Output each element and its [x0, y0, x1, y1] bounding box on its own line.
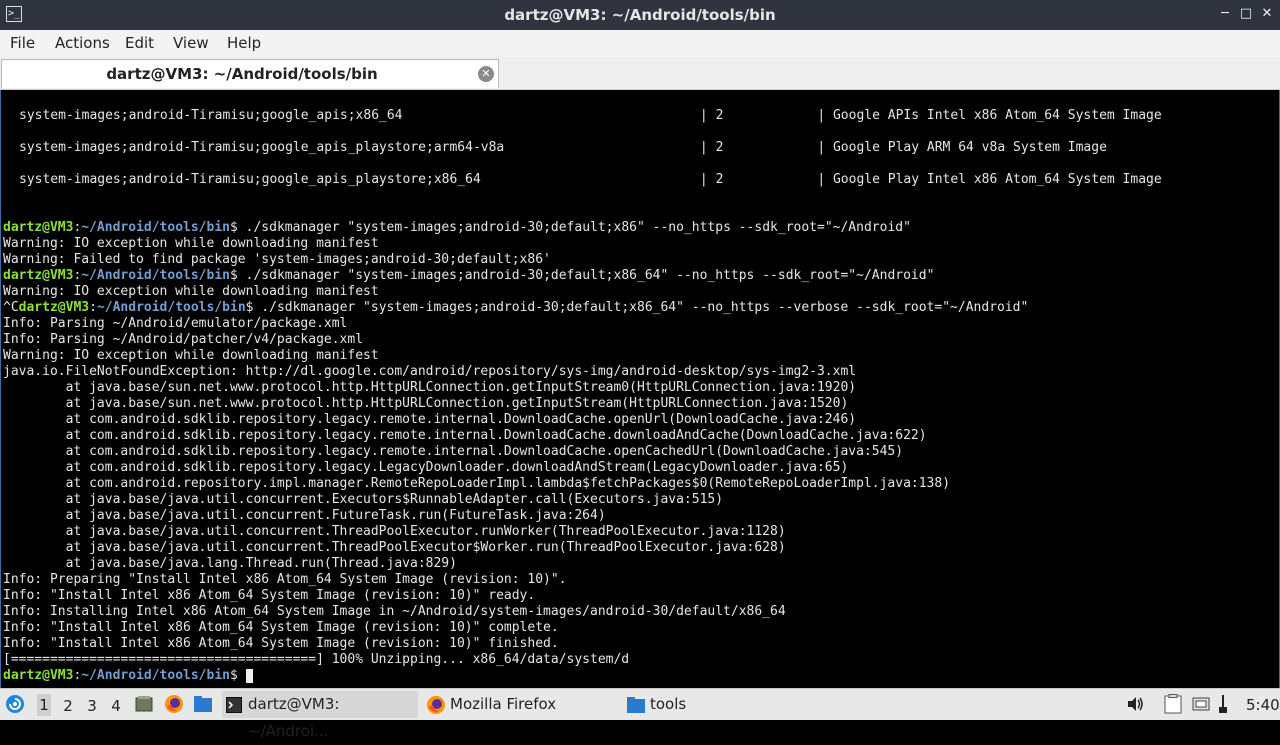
task-label: dartz@VM3: ~/Androi...: [248, 695, 340, 740]
clipboard-icon[interactable]: [1164, 694, 1182, 714]
maximize-icon[interactable]: □: [1237, 5, 1255, 23]
task-label: tools: [650, 695, 687, 713]
package-row: system-images;android-Tiramisu;google_ap…: [19, 108, 1162, 123]
output-line: at java.base/java.lang.Thread.run(Thread…: [3, 556, 457, 571]
tab-close-icon[interactable]: ✕: [478, 66, 494, 82]
output-line: Info: "Install Intel x86 Atom_64 System …: [3, 636, 559, 651]
output-line: at java.base/java.util.concurrent.Thread…: [3, 524, 786, 539]
terminal-icon: [226, 697, 242, 713]
interrupt-text: ^C: [3, 300, 19, 315]
firefox-launcher-icon[interactable]: [164, 694, 184, 714]
output-line: Warning: IO exception while downloading …: [3, 284, 379, 299]
prompt-suffix: $: [230, 668, 246, 683]
menu-edit[interactable]: Edit: [125, 34, 154, 52]
workspace-4[interactable]: 4: [109, 697, 123, 715]
task-firefox[interactable]: Mozilla Firefox: [422, 691, 618, 718]
menu-actions[interactable]: Actions: [55, 34, 110, 52]
prompt-user: dartz@VM3: [3, 220, 74, 235]
task-file-manager[interactable]: tools: [622, 691, 818, 718]
prompt-path: ~/Android/tools/bin: [81, 268, 230, 283]
output-line: java.io.FileNotFoundException: http://dl…: [3, 364, 857, 379]
minimize-icon[interactable]: ─: [1216, 5, 1234, 23]
folder-icon: [627, 697, 645, 713]
output-line: at java.base/sun.net.www.protocol.http.H…: [3, 396, 849, 411]
output-line: Warning: IO exception while downloading …: [3, 348, 379, 363]
firefox-icon: [427, 696, 445, 714]
output-line: Warning: IO exception while downloading …: [3, 236, 379, 251]
workspace-3[interactable]: 3: [85, 697, 99, 715]
window-titlebar: >_ dartz@VM3: ~/Android/tools/bin ─ □ ✕: [0, 0, 1280, 30]
output-line: at com.android.sdklib.repository.legacy.…: [3, 412, 857, 427]
output-line: Info: Parsing ~/Android/patcher/v4/packa…: [3, 332, 364, 347]
start-menu-icon[interactable]: [5, 694, 25, 714]
workspace-1[interactable]: 1: [37, 694, 51, 716]
output-line: at com.android.sdklib.repository.legacy.…: [3, 460, 849, 475]
output-line: Info: Preparing "Install Intel x86 Atom_…: [3, 572, 567, 587]
prompt-user: dartz@VM3: [3, 668, 74, 683]
task-terminal[interactable]: dartz@VM3: ~/Androi...: [222, 691, 418, 740]
command-text: $ ./sdkmanager "system-images;android-30…: [245, 300, 1029, 315]
output-line: [=======================================…: [3, 652, 630, 667]
output-line: Warning: Failed to find package 'system-…: [3, 252, 551, 267]
network-icon[interactable]: [1216, 694, 1230, 714]
output-line: Info: Installing Intel x86 Atom_64 Syste…: [3, 604, 786, 619]
output-line: at java.base/java.util.concurrent.Future…: [3, 508, 606, 523]
output-line: Info: Parsing ~/Android/emulator/package…: [3, 316, 348, 331]
show-desktop-icon[interactable]: [135, 695, 153, 713]
command-text: $ ./sdkmanager "system-images;android-30…: [230, 220, 911, 235]
command-text: $ ./sdkmanager "system-images;android-30…: [230, 268, 935, 283]
screenshot-icon[interactable]: [1192, 695, 1210, 713]
task-label: Mozilla Firefox: [450, 695, 557, 713]
prompt-user: dartz@VM3: [18, 300, 90, 315]
terminal-output[interactable]: system-images;android-Tiramisu;google_ap…: [0, 90, 1280, 688]
output-line: Info: "Install Intel x86 Atom_64 System …: [3, 620, 559, 635]
text-cursor: [245, 668, 253, 683]
output-line: at com.android.repository.impl.manager.R…: [3, 476, 951, 491]
menu-bar: File Actions Edit View Help: [0, 30, 1280, 57]
window-title: dartz@VM3: ~/Android/tools/bin: [504, 6, 776, 24]
current-prompt: dartz@VM3:~/Android/tools/bin$: [3, 668, 253, 684]
prompt-user: dartz@VM3: [3, 268, 74, 283]
command-line: dartz@VM3:~/Android/tools/bin$ ./sdkmana…: [3, 268, 935, 283]
output-line: at com.android.sdklib.repository.legacy.…: [3, 428, 927, 443]
file-manager-launcher-icon[interactable]: [193, 695, 213, 713]
menu-view[interactable]: View: [173, 34, 209, 52]
output-line: at com.android.sdklib.repository.legacy.…: [3, 444, 904, 459]
menu-file[interactable]: File: [10, 34, 35, 52]
output-line: at java.base/java.util.concurrent.Execut…: [3, 492, 724, 507]
volume-icon[interactable]: [1126, 696, 1144, 712]
output-line: at java.base/java.util.concurrent.Thread…: [3, 540, 786, 555]
output-line: Info: "Install Intel x86 Atom_64 System …: [3, 588, 536, 603]
prompt-path: ~/Android/tools/bin: [81, 668, 230, 683]
workspace-2[interactable]: 2: [61, 697, 75, 715]
taskbar: 1 2 3 4 dartz@VM3: ~/Androi... Mozilla F…: [0, 688, 1280, 740]
terminal-tab[interactable]: dartz@VM3: ~/Android/tools/bin ✕: [1, 59, 499, 88]
menu-help[interactable]: Help: [227, 34, 261, 52]
command-line: ^Cdartz@VM3:~/Android/tools/bin$ ./sdkma…: [3, 300, 1029, 315]
output-line: at java.base/sun.net.www.protocol.http.H…: [3, 380, 857, 395]
clock[interactable]: 5:40: [1246, 696, 1280, 714]
package-row: system-images;android-Tiramisu;google_ap…: [19, 172, 1162, 187]
tab-bar: dartz@VM3: ~/Android/tools/bin ✕: [0, 57, 1280, 90]
close-icon[interactable]: ✕: [1258, 5, 1276, 23]
prompt-path: ~/Android/tools/bin: [81, 220, 230, 235]
tab-label: dartz@VM3: ~/Android/tools/bin: [106, 65, 378, 83]
package-row: system-images;android-Tiramisu;google_ap…: [19, 140, 1107, 155]
prompt-path: ~/Android/tools/bin: [96, 300, 246, 315]
command-line: dartz@VM3:~/Android/tools/bin$ ./sdkmana…: [3, 220, 911, 235]
